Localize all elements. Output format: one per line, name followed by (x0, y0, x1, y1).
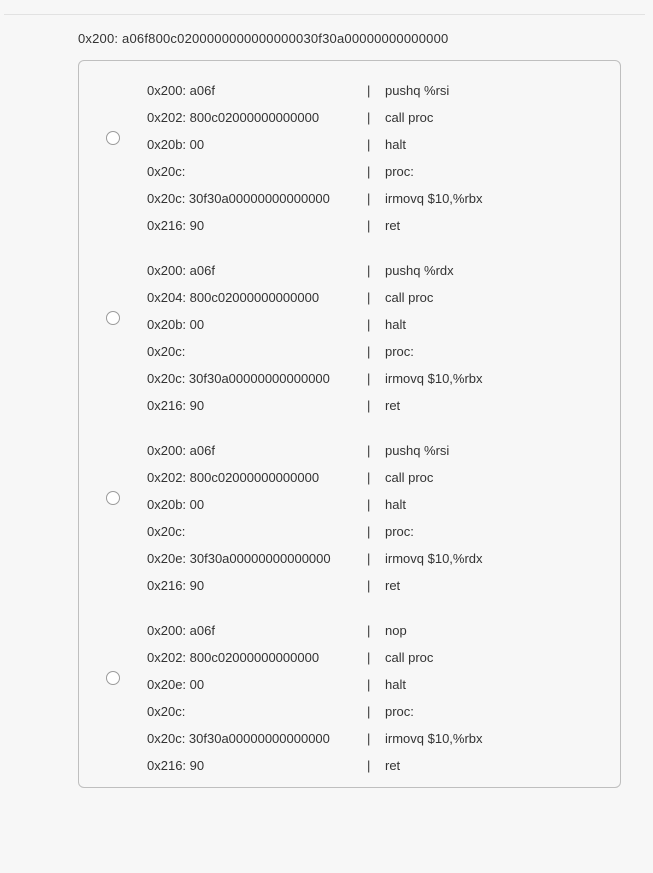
pipe: | (367, 758, 385, 773)
instr-cell: ret (385, 398, 610, 413)
instr-cell: irmovq $10,%rbx (385, 371, 610, 398)
instr-cell: ret (385, 578, 610, 593)
pipe: | (367, 137, 385, 164)
pipe: | (367, 263, 385, 290)
instr-cell: halt (385, 137, 610, 164)
instr-cell: nop (385, 623, 610, 650)
pipe: | (367, 623, 385, 650)
question-page: 0x200: a06f800c0200000000000000030f30a00… (0, 0, 653, 796)
hex-cell: 0x202: 800c02000000000000 (147, 650, 367, 677)
pipe: | (367, 344, 385, 371)
hex-cell: 0x20c: (147, 344, 367, 371)
hex-cell: 0x20b: 00 (147, 137, 367, 164)
pipe: | (367, 317, 385, 344)
instr-cell: pushq %rsi (385, 443, 610, 470)
pipe: | (367, 443, 385, 470)
pipe: | (367, 110, 385, 137)
hex-cell: 0x204: 800c02000000000000 (147, 290, 367, 317)
hex-cell: 0x202: 800c02000000000000 (147, 470, 367, 497)
pipe: | (367, 524, 385, 551)
instr-cell: halt (385, 317, 610, 344)
pipe: | (367, 290, 385, 317)
divider (4, 14, 645, 15)
pipe: | (367, 218, 385, 233)
pipe: | (367, 551, 385, 578)
option-2: 0x200: a06f | pushq %rdx 0x204: 800c0200… (79, 263, 610, 413)
instr-cell: proc: (385, 524, 610, 551)
instr-cell: pushq %rsi (385, 83, 610, 110)
instr-cell: ret (385, 218, 610, 233)
instr-cell: ret (385, 758, 610, 773)
radio-wrap (79, 263, 147, 373)
radio-3[interactable] (106, 491, 120, 505)
option-3: 0x200: a06f | pushq %rsi 0x202: 800c0200… (79, 443, 610, 593)
instr-cell: irmovq $10,%rdx (385, 551, 610, 578)
pipe: | (367, 731, 385, 758)
code-block-2: 0x200: a06f | pushq %rdx 0x204: 800c0200… (147, 263, 610, 413)
instr-cell: call proc (385, 470, 610, 497)
instr-cell: halt (385, 677, 610, 704)
pipe: | (367, 704, 385, 731)
radio-wrap (79, 443, 147, 553)
instr-cell: call proc (385, 290, 610, 317)
radio-wrap (79, 623, 147, 733)
instr-cell: irmovq $10,%rbx (385, 731, 610, 758)
pipe: | (367, 398, 385, 413)
pipe: | (367, 164, 385, 191)
code-block-1: 0x200: a06f | pushq %rsi 0x202: 800c0200… (147, 83, 610, 233)
option-1: 0x200: a06f | pushq %rsi 0x202: 800c0200… (79, 83, 610, 233)
radio-1[interactable] (106, 131, 120, 145)
option-4: 0x200: a06f | nop 0x202: 800c02000000000… (79, 623, 610, 773)
pipe: | (367, 578, 385, 593)
hex-cell: 0x202: 800c02000000000000 (147, 110, 367, 137)
hex-cell: 0x200: a06f (147, 443, 367, 470)
hex-cell: 0x20c: 30f30a00000000000000 (147, 191, 367, 218)
pipe: | (367, 470, 385, 497)
hex-cell: 0x200: a06f (147, 623, 367, 650)
hex-cell: 0x20c: 30f30a00000000000000 (147, 371, 367, 398)
radio-2[interactable] (106, 311, 120, 325)
hex-cell: 0x20b: 00 (147, 317, 367, 344)
hex-cell: 0x200: a06f (147, 83, 367, 110)
hex-cell: 0x20c: (147, 704, 367, 731)
instr-cell: proc: (385, 344, 610, 371)
hex-cell: 0x20c: (147, 164, 367, 191)
pipe: | (367, 191, 385, 218)
hex-cell: 0x216: 90 (147, 578, 367, 593)
instr-cell: call proc (385, 110, 610, 137)
pipe: | (367, 371, 385, 398)
instr-cell: halt (385, 497, 610, 524)
hex-cell: 0x216: 90 (147, 218, 367, 233)
pipe: | (367, 83, 385, 110)
pipe: | (367, 677, 385, 704)
radio-wrap (79, 83, 147, 193)
instr-cell: pushq %rdx (385, 263, 610, 290)
page-title: 0x200: a06f800c0200000000000000030f30a00… (4, 27, 645, 60)
hex-cell: 0x20e: 00 (147, 677, 367, 704)
code-block-3: 0x200: a06f | pushq %rsi 0x202: 800c0200… (147, 443, 610, 593)
code-block-4: 0x200: a06f | nop 0x202: 800c02000000000… (147, 623, 610, 773)
instr-cell: call proc (385, 650, 610, 677)
instr-cell: irmovq $10,%rbx (385, 191, 610, 218)
radio-4[interactable] (106, 671, 120, 685)
hex-cell: 0x20c: (147, 524, 367, 551)
hex-cell: 0x20c: 30f30a00000000000000 (147, 731, 367, 758)
instr-cell: proc: (385, 164, 610, 191)
hex-cell: 0x216: 90 (147, 758, 367, 773)
pipe: | (367, 497, 385, 524)
hex-cell: 0x216: 90 (147, 398, 367, 413)
hex-cell: 0x20e: 30f30a00000000000000 (147, 551, 367, 578)
instr-cell: proc: (385, 704, 610, 731)
hex-cell: 0x200: a06f (147, 263, 367, 290)
options-box: 0x200: a06f | pushq %rsi 0x202: 800c0200… (78, 60, 621, 788)
hex-cell: 0x20b: 00 (147, 497, 367, 524)
pipe: | (367, 650, 385, 677)
